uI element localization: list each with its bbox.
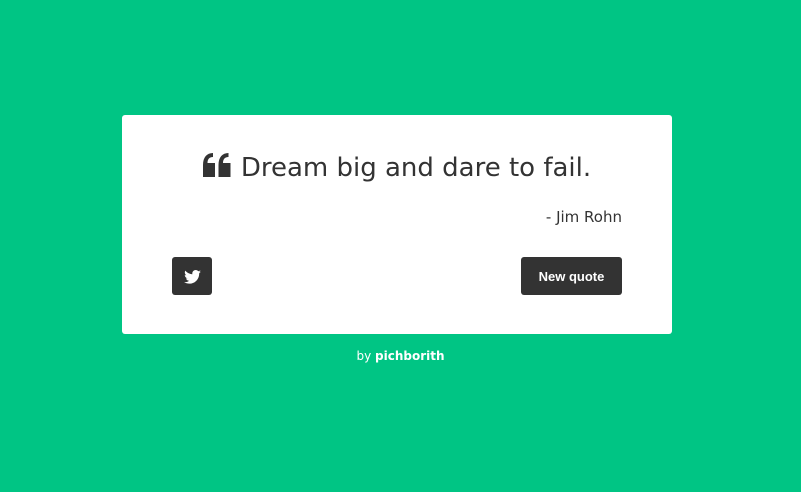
- footer-prefix: by: [356, 349, 372, 363]
- twitter-icon: [183, 269, 201, 284]
- new-quote-button[interactable]: New quote: [521, 257, 622, 295]
- quote-row: Dream big and dare to fail.: [122, 153, 672, 183]
- page-background: Dream big and dare to fail. - Jim Rohn N…: [0, 0, 801, 492]
- quote-text: Dream big and dare to fail.: [240, 153, 592, 183]
- quote-author: - Jim Rohn: [545, 208, 622, 226]
- quote-box: Dream big and dare to fail. - Jim Rohn N…: [122, 115, 672, 334]
- footer: by pichborith: [0, 349, 801, 363]
- tweet-button[interactable]: [172, 257, 212, 295]
- author-link[interactable]: pichborith: [375, 349, 445, 363]
- quote-left-icon: [202, 153, 231, 177]
